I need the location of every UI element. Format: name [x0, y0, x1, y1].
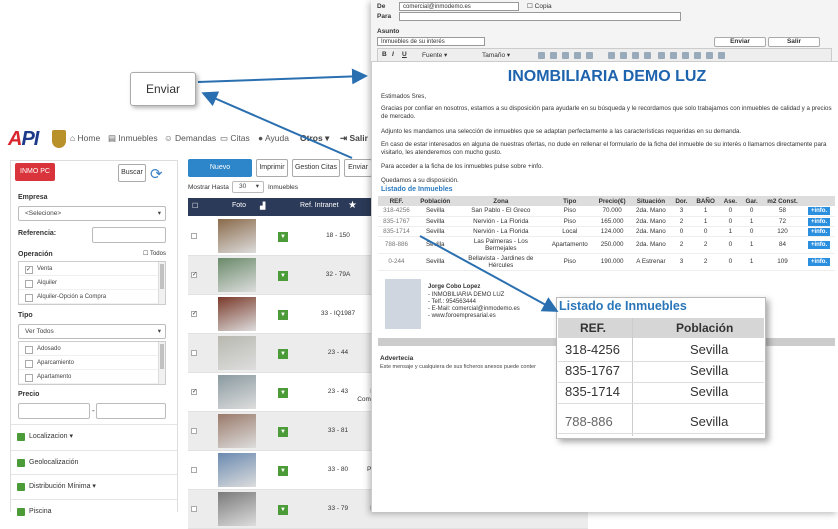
annotation-arrows: [197, 68, 559, 312]
arrow-from-enviar: [201, 91, 353, 159]
enviar-callout: Enviar: [130, 72, 196, 106]
arrow-to-zoom: [419, 235, 559, 312]
arrow-to-email: [197, 68, 368, 85]
